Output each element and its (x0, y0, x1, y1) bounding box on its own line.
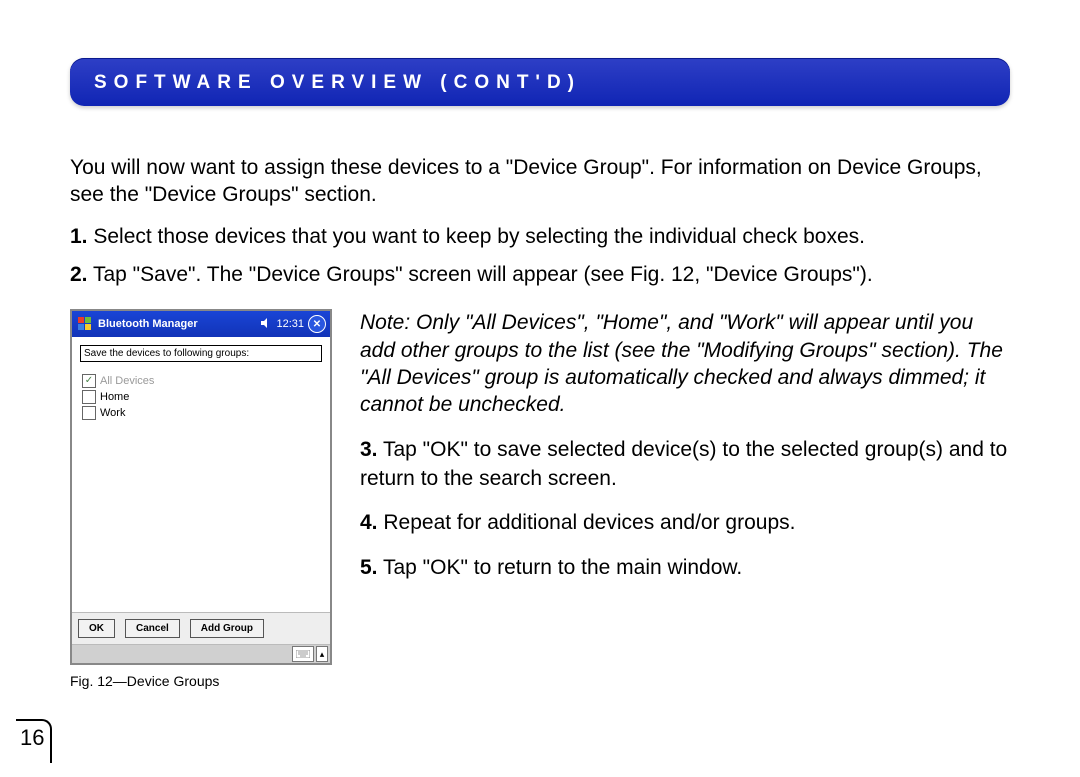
step-text: Tap "OK" to return to the main window. (383, 556, 742, 579)
list-item-label: Home (100, 391, 129, 403)
pda-clock: 12:31 (276, 318, 304, 330)
instruction-step: 1. Select those devices that you want to… (70, 223, 1010, 251)
speaker-icon[interactable] (260, 317, 272, 332)
pda-titlebar: Bluetooth Manager 12:31 ✕ (72, 311, 330, 337)
pda-content: Save the devices to following groups: Al… (72, 337, 330, 612)
step-number: 1. (70, 225, 88, 248)
step-number: 5. (360, 556, 378, 579)
instruction-list-top: 1. Select those devices that you want to… (70, 223, 1010, 290)
step-text: Repeat for additional devices and/or gro… (383, 511, 795, 534)
keyboard-icon[interactable] (292, 646, 314, 662)
pda-button-bar: OK Cancel Add Group (72, 612, 330, 645)
cancel-button[interactable]: Cancel (125, 619, 180, 638)
step-number: 4. (360, 511, 378, 534)
checkbox-icon[interactable] (82, 406, 96, 420)
list-item-label: Work (100, 407, 125, 419)
windows-start-icon[interactable] (76, 315, 94, 333)
group-list: All Devices Home Work (80, 374, 322, 420)
pda-sip-bar: ▴ (72, 645, 330, 663)
step-text: Select those devices that you want to ke… (93, 225, 865, 248)
pda-title-text: Bluetooth Manager (98, 318, 256, 330)
pda-screenshot: Bluetooth Manager 12:31 ✕ Save the devic… (70, 309, 332, 665)
page-number-value: 16 (16, 719, 52, 763)
intro-paragraph: You will now want to assign these device… (70, 154, 1010, 209)
list-item[interactable]: All Devices (82, 374, 322, 388)
page-number: 16 (16, 719, 52, 763)
list-item[interactable]: Home (82, 390, 322, 404)
figure-12: Bluetooth Manager 12:31 ✕ Save the devic… (70, 309, 332, 689)
section-title: SOFTWARE OVERVIEW (CONT'D) (94, 72, 581, 93)
checkbox-icon[interactable] (82, 374, 96, 388)
manual-page: SOFTWARE OVERVIEW (CONT'D) You will now … (0, 0, 1080, 777)
section-title-bar: SOFTWARE OVERVIEW (CONT'D) (70, 58, 1010, 106)
list-item-label: All Devices (100, 375, 154, 387)
step-text: Tap "OK" to save selected device(s) to t… (360, 438, 1007, 489)
ok-button[interactable]: OK (78, 619, 115, 638)
figure-caption: Fig. 12—Device Groups (70, 673, 332, 689)
list-item[interactable]: Work (82, 406, 322, 420)
instruction-step: 2. Tap "Save". The "Device Groups" scree… (70, 261, 1010, 289)
step-number: 2. (70, 263, 88, 286)
checkbox-icon[interactable] (82, 390, 96, 404)
close-icon[interactable]: ✕ (308, 315, 326, 333)
pda-instruction-label: Save the devices to following groups: (80, 345, 322, 362)
step-number: 3. (360, 438, 378, 461)
add-group-button[interactable]: Add Group (190, 619, 264, 638)
step-text: Tap "Save". The "Device Groups" screen w… (93, 263, 873, 286)
sip-caret-icon[interactable]: ▴ (316, 646, 328, 662)
